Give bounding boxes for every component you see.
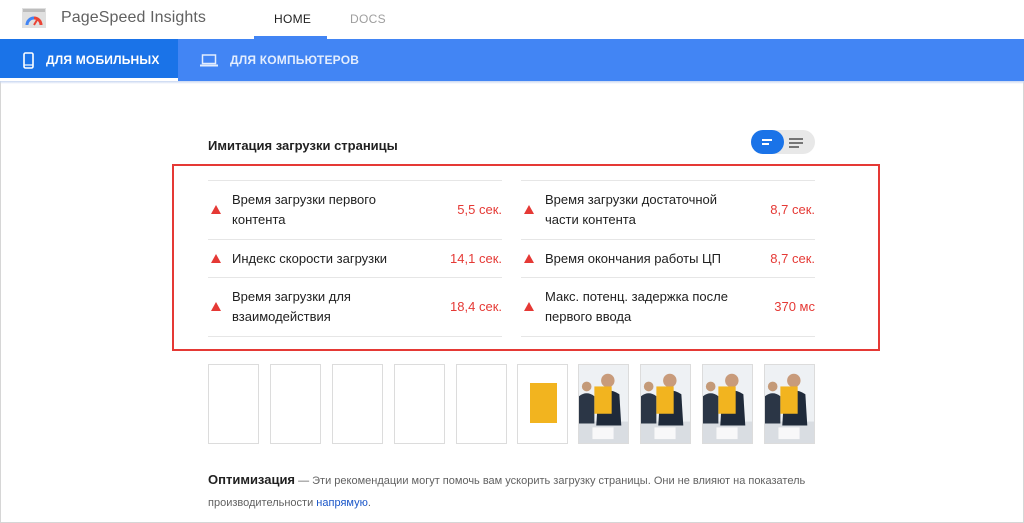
optimization-link[interactable]: напрямую: [316, 497, 368, 509]
page-preview-image: [641, 365, 690, 443]
filmstrip-frame: [517, 364, 568, 444]
metric-row: Время загрузки первого контента 5,5 сек.: [208, 180, 502, 239]
phone-icon: [23, 51, 34, 69]
laptop-icon: [200, 53, 218, 66]
page-preview-image: [579, 365, 628, 443]
metric-label: Время загрузки достаточной части контент…: [545, 192, 718, 227]
band-shadow: [0, 81, 1024, 84]
grid-view-icon[interactable]: [751, 130, 784, 154]
filmstrip-frame: [702, 364, 753, 444]
app-title[interactable]: PageSpeed Insights: [61, 9, 206, 27]
metric-label: Макс. потенц. задержка после первого вво…: [545, 289, 728, 324]
metric-value: 5,5 сек.: [457, 202, 502, 217]
metric-value: 8,7 сек.: [770, 202, 815, 217]
optimization-end: .: [367, 497, 371, 509]
device-tabs: ДЛЯ МОБИЛЬНЫХ ДЛЯ КОМПЬЮТЕРОВ: [0, 39, 1024, 81]
top-bar: PageSpeed Insights HOME DOCS: [0, 0, 1024, 39]
metric-value: 8,7 сек.: [770, 251, 815, 266]
metrics-column-left: Время загрузки первого контента 5,5 сек.…: [208, 180, 502, 337]
divider: [521, 336, 815, 337]
optimization-title: Оптимизация: [208, 472, 296, 487]
tab-docs[interactable]: DOCS: [350, 12, 386, 26]
warning-triangle-icon: [211, 205, 221, 214]
page-preview-image: [703, 365, 752, 443]
view-toggle[interactable]: [751, 130, 815, 154]
metric-value: 370 мс: [774, 299, 815, 314]
metric-row: Время окончания работы ЦП 8,7 сек.: [521, 239, 815, 277]
metric-label: Время загрузки для взаимодействия: [232, 289, 351, 324]
warning-triangle-icon: [524, 254, 534, 263]
metric-value: 14,1 сек.: [450, 251, 502, 266]
tab-home[interactable]: HOME: [274, 12, 311, 26]
metric-label: Индекс скорости загрузки: [232, 251, 388, 266]
optimization-note: Оптимизация — Эти рекомендации могут пом…: [208, 469, 818, 514]
filmstrip-frame: [270, 364, 321, 444]
page-preview-image: [765, 365, 814, 443]
metric-value: 18,4 сек.: [450, 299, 502, 314]
filmstrip-frame: [332, 364, 383, 444]
filmstrip-frame: [764, 364, 815, 444]
optimization-text: — Эти рекомендации могут помочь вам уско…: [208, 475, 806, 509]
metric-row: Время загрузки достаточной части контент…: [521, 180, 815, 239]
metric-label: Время окончания работы ЦП: [545, 251, 722, 266]
page-preview-card: [530, 383, 557, 423]
filmstrip-frame: [394, 364, 445, 444]
metric-label: Время загрузки первого контента: [232, 192, 376, 227]
metric-row: Индекс скорости загрузки 14,1 сек.: [208, 239, 502, 277]
metrics-column-right: Время загрузки достаточной части контент…: [521, 180, 815, 337]
list-view-icon[interactable]: [789, 136, 807, 148]
tab-desktop-label: ДЛЯ КОМПЬЮТЕРОВ: [230, 53, 360, 67]
section-title: Имитация загрузки страницы: [208, 138, 398, 153]
metric-row: Время загрузки для взаимодействия 18,4 с…: [208, 277, 502, 336]
tab-mobile[interactable]: ДЛЯ МОБИЛЬНЫХ: [0, 39, 178, 81]
filmstrip-frame: [456, 364, 507, 444]
metric-row: Макс. потенц. задержка после первого вво…: [521, 277, 815, 336]
warning-triangle-icon: [211, 254, 221, 263]
tab-desktop[interactable]: ДЛЯ КОМПЬЮТЕРОВ: [200, 39, 359, 81]
pagespeed-gauge-icon[interactable]: [22, 8, 46, 28]
filmstrip-frame: [640, 364, 691, 444]
warning-triangle-icon: [524, 302, 534, 311]
warning-triangle-icon: [524, 205, 534, 214]
filmstrip-frame: [208, 364, 259, 444]
tab-mobile-label: ДЛЯ МОБИЛЬНЫХ: [46, 53, 160, 67]
warning-triangle-icon: [211, 302, 221, 311]
divider: [208, 336, 502, 337]
filmstrip-frame: [578, 364, 629, 444]
